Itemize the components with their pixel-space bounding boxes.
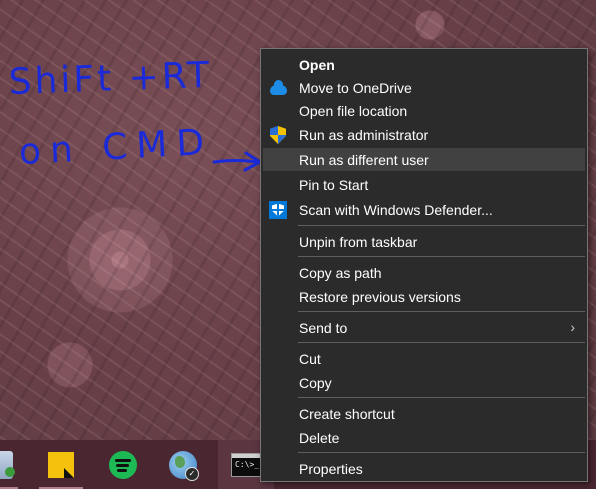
menu-item-label: Pin to Start: [299, 177, 369, 193]
menu-item-label: Send to: [299, 320, 348, 336]
menu-item-properties[interactable]: Properties: [263, 457, 585, 480]
menu-item-create-shortcut[interactable]: Create shortcut: [263, 402, 585, 425]
menu-separator: [298, 225, 585, 226]
menu-item-label: Copy as path: [299, 265, 382, 281]
menu-item-cut[interactable]: Cut: [263, 347, 585, 370]
menu-item-label: Unpin from taskbar: [299, 234, 418, 250]
menu-item-open-file-location[interactable]: Open file location: [263, 99, 585, 122]
sticky-notes-icon: [48, 451, 74, 478]
taskbar-sticky-notes[interactable]: [33, 440, 89, 489]
spotify-icon: [109, 450, 137, 479]
menu-item-label: Copy: [299, 375, 332, 391]
uac-shield-icon: [270, 126, 286, 144]
menu-separator: [298, 311, 585, 312]
menu-item-run-as-different-user[interactable]: Run as different user: [263, 148, 585, 171]
menu-item-unpin-from-taskbar[interactable]: Unpin from taskbar: [263, 230, 585, 253]
partial-app-icon: [0, 450, 15, 479]
menu-item-label: Open: [299, 57, 335, 73]
menu-item-label: Scan with Windows Defender...: [299, 202, 493, 218]
menu-item-label: Properties: [299, 461, 363, 477]
menu-item-label: Open file location: [299, 103, 408, 119]
menu-item-send-to[interactable]: Send to ›: [263, 316, 585, 339]
menu-item-open[interactable]: Open: [263, 53, 585, 76]
cmd-prompt-glyph: C:\>_: [235, 459, 260, 469]
menu-item-label: Restore previous versions: [299, 289, 461, 305]
menu-item-label: Move to OneDrive: [299, 80, 412, 96]
menu-item-label: Run as administrator: [299, 127, 429, 143]
menu-item-pin-to-start[interactable]: Pin to Start: [263, 173, 585, 196]
menu-separator: [298, 452, 585, 453]
menu-item-copy[interactable]: Copy: [263, 371, 585, 394]
menu-item-run-as-administrator[interactable]: Run as administrator: [263, 123, 585, 146]
menu-item-copy-as-path[interactable]: Copy as path: [263, 261, 585, 284]
menu-item-label: Create shortcut: [299, 406, 395, 422]
chevron-right-icon: ›: [570, 319, 575, 335]
menu-separator: [298, 397, 585, 398]
taskbar-partial-app[interactable]: [0, 440, 24, 489]
menu-item-delete[interactable]: Delete: [263, 426, 585, 449]
network-globe-icon: ✓: [169, 450, 199, 481]
menu-item-label: Cut: [299, 351, 321, 367]
menu-separator: [298, 256, 585, 257]
menu-item-label: Run as different user: [299, 152, 429, 168]
taskbar-network-globe[interactable]: ✓: [155, 440, 211, 489]
onedrive-icon: [269, 80, 287, 95]
command-prompt-icon: C:\>_: [231, 452, 261, 477]
menu-item-scan-with-windows-defender[interactable]: Scan with Windows Defender...: [263, 198, 585, 221]
context-menu: Open Move to OneDrive Open file location…: [260, 48, 588, 482]
menu-item-label: Delete: [299, 430, 340, 446]
taskbar-spotify[interactable]: [95, 440, 151, 489]
menu-separator: [298, 342, 585, 343]
menu-item-move-to-onedrive[interactable]: Move to OneDrive: [263, 76, 585, 99]
windows-defender-icon: [269, 201, 287, 219]
check-badge-icon: ✓: [185, 466, 199, 481]
menu-item-restore-previous-versions[interactable]: Restore previous versions: [263, 285, 585, 308]
